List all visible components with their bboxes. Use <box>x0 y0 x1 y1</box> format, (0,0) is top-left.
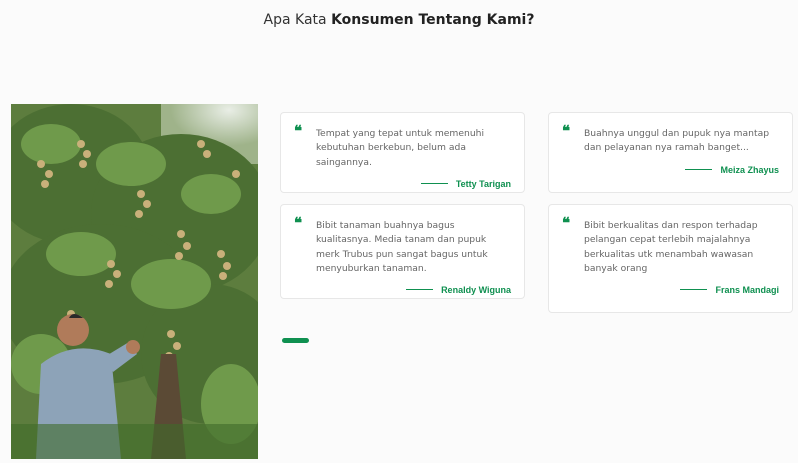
carousel-pagination <box>282 338 309 343</box>
testimonial-text: Tempat yang tepat untuk memenuhi kebutuh… <box>316 128 485 168</box>
testimonial-text: Buahnya unggul dan pupuk nya mantap dan … <box>584 128 770 154</box>
author-divider <box>406 289 434 291</box>
testimonial-text: Bibit berkualitas dan respon terhadap pe… <box>584 220 758 274</box>
testimonial-text: Bibit tanaman buahnya bagus kualitasnya.… <box>316 220 488 274</box>
carousel-dot-active[interactable] <box>282 338 309 343</box>
testimonial-card: ❝ Bibit tanaman buahnya bagus kualitasny… <box>280 204 525 299</box>
section-title-bold: Konsumen Tentang Kami? <box>331 12 535 28</box>
testimonial-card: ❝ Buahnya unggul dan pupuk nya mantap da… <box>548 112 793 193</box>
author-divider <box>420 183 448 185</box>
quote-icon: ❝ <box>562 214 571 232</box>
quote-icon: ❝ <box>294 122 303 140</box>
testimonial-author: Tetty Tarigan <box>294 179 511 189</box>
testimonial-author: Renaldy Wiguna <box>294 285 511 295</box>
testimonial-card: ❝ Bibit berkualitas dan respon terhadap … <box>548 204 793 313</box>
testimonial-author: Meiza Zhayus <box>562 165 779 175</box>
section-title: Apa Kata Konsumen Tentang Kami? <box>0 12 798 28</box>
testimonial-card: ❝ Tempat yang tepat untuk memenuhi kebut… <box>280 112 525 193</box>
author-name: Renaldy Wiguna <box>441 285 511 296</box>
quote-icon: ❝ <box>562 122 571 140</box>
author-name: Meiza Zhayus <box>720 164 779 175</box>
testimonial-author: Frans Mandagi <box>562 285 779 295</box>
section-title-prefix: Apa Kata <box>263 12 327 28</box>
quote-icon: ❝ <box>294 214 303 232</box>
author-divider <box>680 289 708 291</box>
author-name: Tetty Tarigan <box>455 178 511 189</box>
customer-photo <box>11 104 258 459</box>
author-name: Frans Mandagi <box>715 285 779 296</box>
author-divider <box>685 168 713 170</box>
